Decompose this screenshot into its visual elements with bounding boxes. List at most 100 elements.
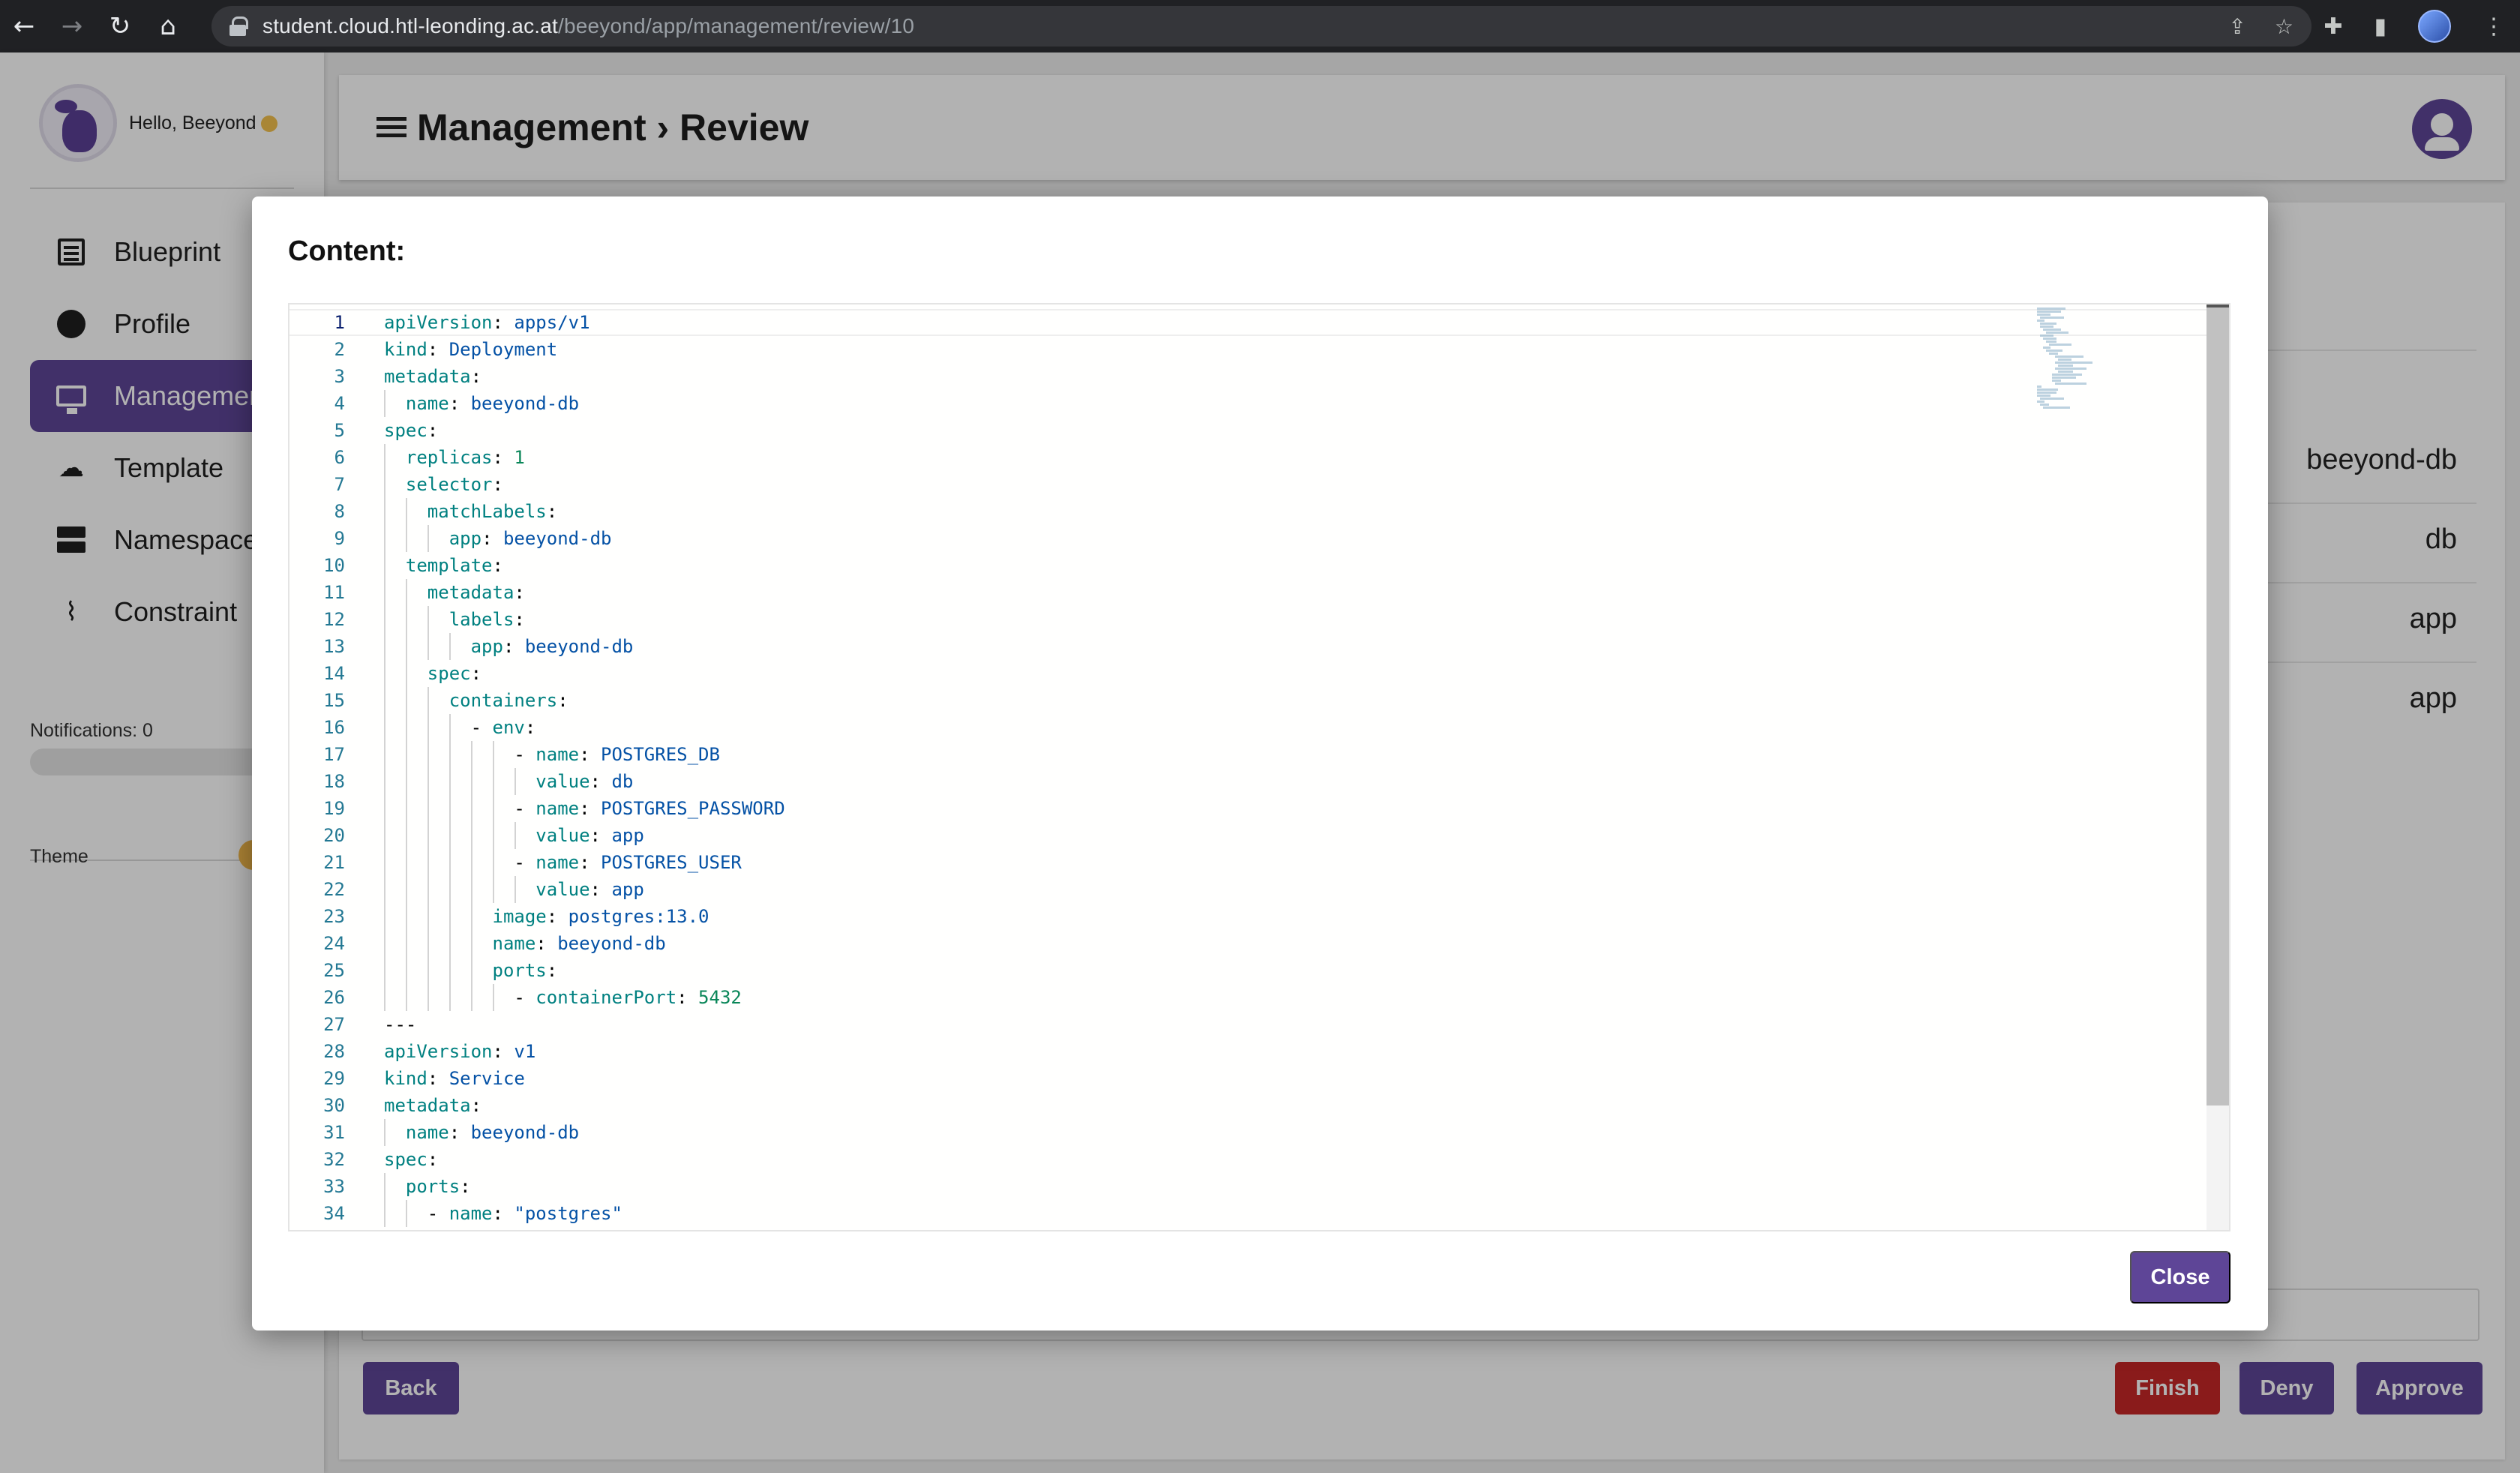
browser-profile-avatar[interactable] [2418, 10, 2451, 43]
code-line[interactable]: 16 - env: [290, 714, 2206, 741]
code-line[interactable]: 29 kind: Service [290, 1065, 2206, 1092]
code-token: : [514, 582, 525, 603]
line-number: 26 [323, 987, 345, 1008]
code-line[interactable]: 2 kind: Deployment [290, 336, 2206, 363]
code-line[interactable]: 13 app: beeyond-db [290, 633, 2206, 660]
dialog-title: Content: [288, 236, 406, 267]
code-line[interactable]: 6 replicas: 1 [290, 444, 2206, 471]
code-line[interactable]: 17 - name: POSTGRES_DB [290, 741, 2206, 768]
code-token: kind [384, 1068, 428, 1089]
indent-guide [405, 984, 407, 1011]
code-token: beeyond-db [502, 528, 612, 549]
code-token: : [590, 879, 612, 900]
code-line[interactable]: 15 containers: [290, 687, 2206, 714]
code-token: beeyond-db [470, 1122, 580, 1143]
code-line[interactable]: 24 name: beeyond-db [290, 930, 2206, 957]
code-token: : [590, 771, 612, 792]
minimap-line [2046, 350, 2062, 352]
line-number: 13 [323, 636, 345, 657]
back-arrow-icon[interactable]: ← [0, 0, 48, 52]
code-token: Deployment [448, 339, 558, 360]
indent-guide [405, 876, 407, 903]
code-line[interactable]: 10 template: [290, 552, 2206, 579]
bookmark-star-icon[interactable]: ☆ [2275, 14, 2294, 39]
code-token: app [470, 636, 503, 657]
code-line[interactable]: 27 --- [290, 1011, 2206, 1038]
indent-guide [427, 633, 429, 660]
code-line[interactable]: 9 app: beeyond-db [290, 525, 2206, 552]
code-line[interactable]: 7 selector: [290, 471, 2206, 498]
indent-guide [384, 390, 386, 417]
code-text: - name: "postgres" [384, 1203, 622, 1224]
forward-arrow-icon[interactable]: → [48, 0, 96, 52]
code-line[interactable]: 5 spec: [290, 417, 2206, 444]
code-line[interactable]: 34 - name: "postgres" [290, 1200, 2206, 1227]
code-line[interactable]: 8 matchLabels: [290, 498, 2206, 525]
line-number: 23 [323, 906, 345, 927]
scrollbar-thumb[interactable] [2206, 308, 2229, 1106]
reload-icon[interactable]: ↻ [96, 0, 144, 52]
code-lines[interactable]: 1 apiVersion: apps/v1 2 kind: Deployment 3 me… [290, 304, 2206, 1230]
code-line[interactable]: 20 value: app [290, 822, 2206, 849]
code-line[interactable]: 14 spec: [290, 660, 2206, 687]
address-bar[interactable]: student.cloud.htl-leonding.ac.at/beeyond… [212, 6, 2312, 46]
code-token: POSTGRES_PASSWORD [601, 798, 785, 819]
code-line[interactable]: 21 - name: POSTGRES_USER [290, 849, 2206, 876]
code-token: : [524, 717, 536, 738]
code-line[interactable]: 30 metadata: [290, 1092, 2206, 1119]
code-line[interactable]: 22 value: app [290, 876, 2206, 903]
side-panel-icon[interactable]: ▮ [2374, 14, 2386, 40]
code-line[interactable]: 18 value: db [290, 768, 2206, 795]
code-line[interactable]: 23 image: postgres:13.0 [290, 903, 2206, 930]
minimap-line [2040, 404, 2049, 406]
code-token: Service [448, 1068, 525, 1089]
code-line[interactable]: 32 spec: [290, 1146, 2206, 1173]
code-text: - containerPort: 5432 [384, 987, 742, 1008]
code-token: : [579, 744, 601, 765]
editor-scrollbar[interactable] [2206, 304, 2229, 1230]
code-line[interactable]: 12 labels: [290, 606, 2206, 633]
code-token: metadata [427, 582, 514, 603]
code-line[interactable]: 1 apiVersion: apps/v1 [290, 309, 2206, 336]
indent-guide [384, 633, 386, 660]
code-editor[interactable]: 1 apiVersion: apps/v1 2 kind: Deployment 3 me… [288, 303, 2230, 1232]
code-text: kind: Service [384, 1068, 525, 1089]
extensions-icon[interactable]: ✚ [2324, 14, 2342, 40]
indent-guide [384, 768, 386, 795]
code-line[interactable]: 25 ports: [290, 957, 2206, 984]
browser-menu-icon[interactable]: ⋮ [2482, 14, 2505, 40]
line-number: 33 [323, 1176, 345, 1197]
code-line[interactable]: 28 apiVersion: v1 [290, 1038, 2206, 1065]
code-line[interactable]: 33 ports: [290, 1173, 2206, 1200]
browser-toolbar: ← → ↻ ⌂ student.cloud.htl-leonding.ac.at… [0, 0, 2520, 52]
code-line[interactable]: 19 - name: POSTGRES_PASSWORD [290, 795, 2206, 822]
code-line[interactable]: 3 metadata: [290, 363, 2206, 390]
close-button[interactable]: Close [2130, 1251, 2230, 1304]
home-icon[interactable]: ⌂ [144, 0, 192, 52]
code-token: : [579, 852, 601, 873]
code-line[interactable]: 26 - containerPort: 5432 [290, 984, 2206, 1011]
share-icon[interactable]: ⇪ [2228, 14, 2246, 39]
code-token: 5432 [698, 987, 742, 1008]
lock-icon [230, 16, 248, 36]
indent-guide [384, 741, 386, 768]
code-token: matchLabels [427, 501, 547, 522]
code-line[interactable]: 31 name: beeyond-db [290, 1119, 2206, 1146]
code-line[interactable]: 11 metadata: [290, 579, 2206, 606]
indent-guide [384, 957, 386, 984]
editor-minimap[interactable] [2034, 304, 2206, 1230]
code-text: name: beeyond-db [384, 933, 666, 954]
code-token: : [427, 339, 449, 360]
line-number: 10 [323, 555, 345, 576]
indent-guide [470, 822, 472, 849]
minimap-line [2043, 338, 2056, 340]
minimap-line [2049, 344, 2072, 346]
indent-guide [492, 849, 494, 876]
code-token: : [546, 960, 558, 981]
code-line[interactable]: 4 name: beeyond-db [290, 390, 2206, 417]
code-token: app [611, 825, 644, 846]
url-text: student.cloud.htl-leonding.ac.at/beeyond… [262, 14, 914, 38]
